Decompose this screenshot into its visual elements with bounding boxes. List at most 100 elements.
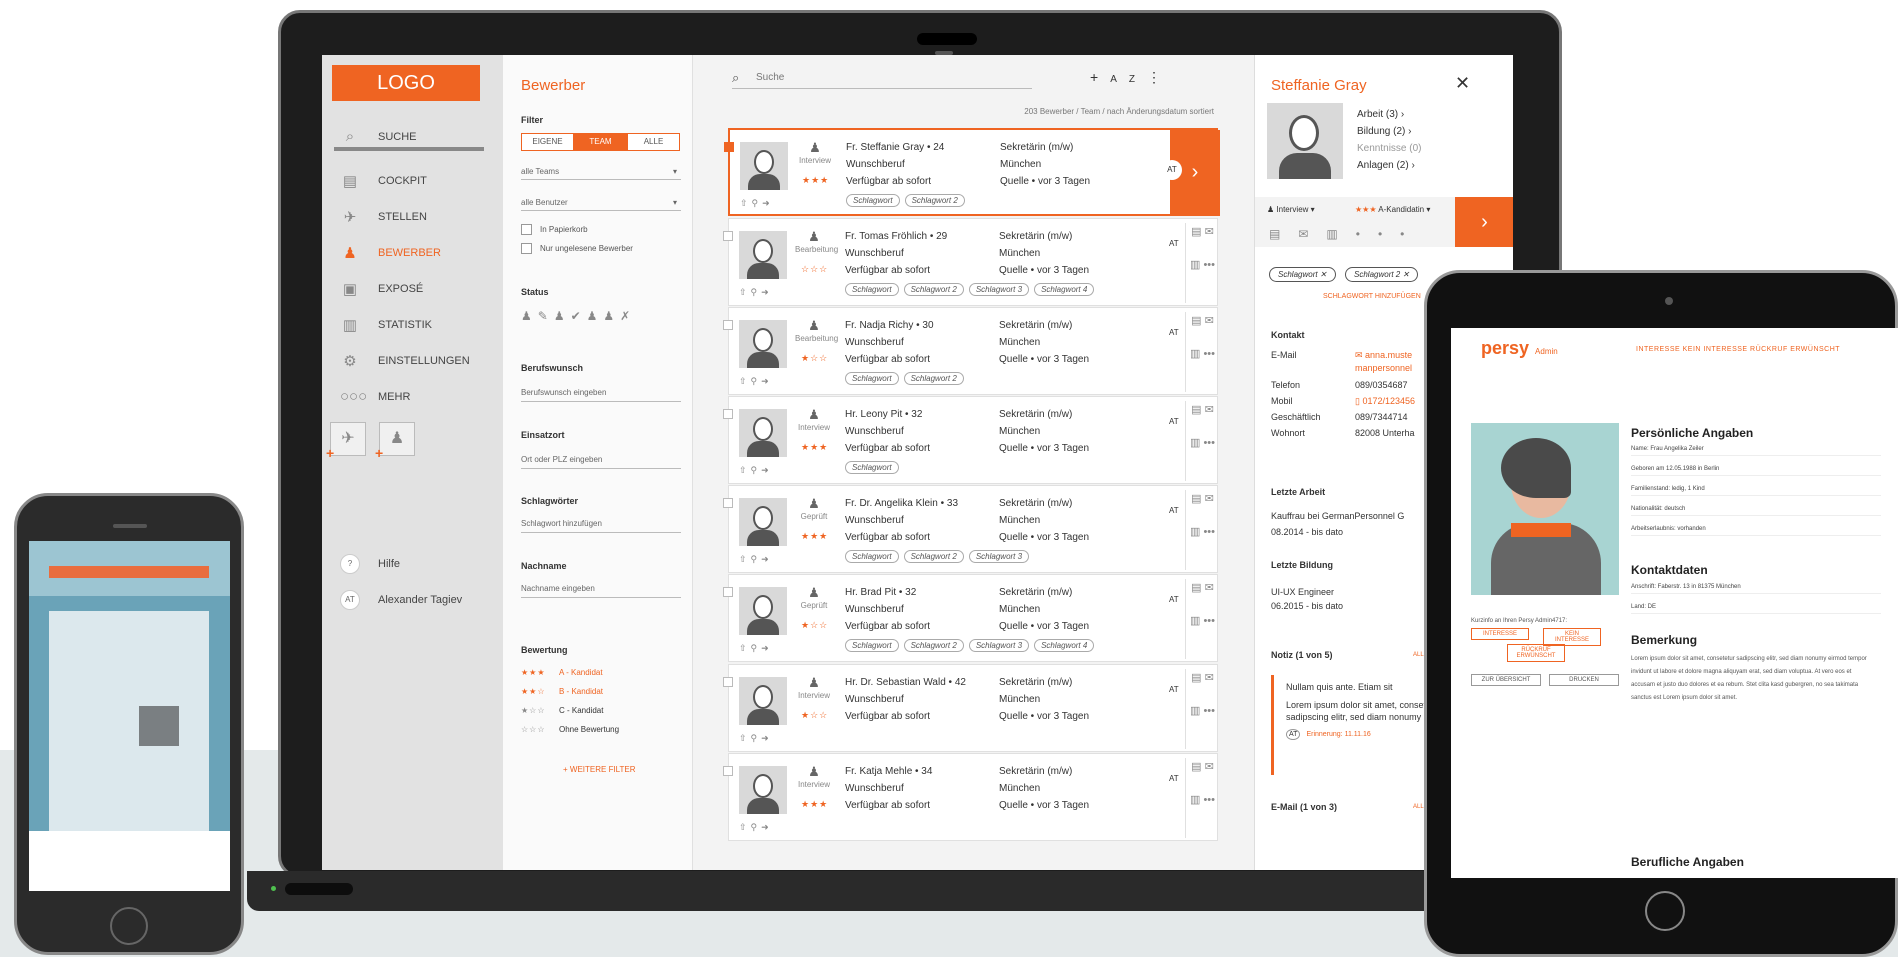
tag-chip[interactable]: Schlagwort 2 [903,372,964,385]
applicant-name[interactable]: Hr. Leony Pit • 32 [845,409,922,420]
more-icon[interactable]: ••• [1203,437,1215,449]
document-icon[interactable]: ▤ ✉ [1186,403,1219,416]
close-icon[interactable]: ✕ [1402,270,1409,279]
file-icon[interactable]: ▥ ••• [1186,793,1219,806]
status-select[interactable]: ♟ Interview ▾ [1267,205,1315,214]
link-icon[interactable]: ⚲ [751,822,762,832]
more-vertical-icon[interactable]: ⋮ [1147,69,1173,85]
document-icon[interactable]: ▤ ✉ [1186,760,1219,773]
upload-icon[interactable]: ⇧ [739,554,751,564]
mail-icon[interactable]: ✉ [1205,582,1214,594]
checkbox-box[interactable] [521,243,532,254]
mail-icon[interactable]: ✉ [1298,227,1326,241]
contact-value[interactable]: manpersonnel [1355,363,1412,373]
document-icon[interactable]: ▤ ✉ [1186,314,1219,327]
sidebar-item-stellen[interactable]: ✈ STELLEN [322,202,503,232]
upload-icon[interactable]: ⇧ [739,822,751,832]
berufswunsch-input[interactable]: Berufswunsch eingeben [521,388,681,402]
nachname-input[interactable]: Nachname eingeben [521,584,681,598]
sort-az-icon[interactable]: AZ [1110,74,1147,85]
interesse-button[interactable]: INTERESSE [1471,628,1529,640]
overview-button[interactable]: ZUR ÜBERSICHT [1471,674,1541,686]
more-icon[interactable]: ••• [1203,794,1215,806]
mail-icon[interactable]: ✉ [1205,672,1214,684]
rating-select[interactable]: ★★★ A-Kandidatin ▾ [1355,205,1430,214]
sidebar-user[interactable]: AT Alexander Tagiev [322,585,503,615]
mail-icon[interactable]: ✉ [1205,761,1214,773]
mail-icon[interactable]: ✉ [1205,404,1214,416]
tag-chip[interactable]: Schlagwort [846,194,900,207]
applicant-name[interactable]: Fr. Katja Mehle • 34 [845,766,932,777]
close-icon[interactable]: ✕ [1320,270,1327,279]
sidebar-item-bewerber[interactable]: ♟ BEWERBER [322,238,503,268]
more-icon[interactable]: ••• [1203,348,1215,360]
more-icon[interactable]: ••• [1203,705,1215,717]
share-icon[interactable]: ➜ [761,643,773,653]
next-arrow-button[interactable]: › [1455,197,1513,247]
link-icon[interactable]: ⚲ [751,643,762,653]
add-tag-link[interactable]: SCHLAGWORT HINZUFÜGEN [1323,293,1421,300]
more-icon[interactable]: ••• [1203,259,1215,271]
share-icon[interactable]: ➜ [761,376,773,386]
segment-eigene[interactable]: EIGENE [521,133,574,151]
tag-chip[interactable]: Schlagwort [845,372,899,385]
row-checkbox[interactable] [723,766,733,776]
link-icon[interactable]: ⚲ [751,733,762,743]
file-icon[interactable]: ▥ [1326,227,1355,241]
mail-icon[interactable]: ✉ [1205,493,1214,505]
row-checkbox[interactable] [723,498,733,508]
mail-icon[interactable]: ✉ [1205,315,1214,327]
tag-chip[interactable]: Schlagwort 4 [1034,639,1095,652]
file-icon[interactable]: ▥ ••• [1186,525,1219,538]
checkbox-papierkorb[interactable]: In Papierkorb [521,224,588,235]
einsatzort-input[interactable]: Ort oder PLZ eingeben [521,455,681,469]
applicant-name[interactable]: Hr. Dr. Sebastian Wald • 42 [845,677,966,688]
applicant-name[interactable]: Fr. Nadja Richy • 30 [845,320,934,331]
logo[interactable]: LOGO [332,65,480,101]
document-icon[interactable]: ▤ ✉ [1186,581,1219,594]
applicant-name[interactable]: Hr. Brad Pit • 32 [845,587,916,598]
tablet-home-button[interactable] [1645,891,1685,931]
file-icon[interactable]: ▥ ••• [1186,258,1219,271]
share-icon[interactable]: ➜ [761,554,773,564]
segment-team[interactable]: TEAM [574,133,627,151]
quick-add-stelle-button[interactable]: ✈ [330,422,366,456]
link-icon[interactable]: ⚲ [751,465,762,475]
rating-none[interactable]: ☆☆☆ Ohne Bewertung [521,725,619,734]
sidebar-item-statistik[interactable]: ▥ STATISTIK [322,310,503,340]
upload-icon[interactable]: ⇧ [739,287,751,297]
more-icon[interactable]: ••• [1203,526,1215,538]
sidebar-item-mehr[interactable]: ○○○ MEHR [322,382,503,412]
users-select[interactable]: alle Benutzer ▾ [521,198,681,211]
tag-chip[interactable]: Schlagwort 4 [1034,283,1095,296]
file-icon[interactable]: ▥ ••• [1186,347,1219,360]
detail-link-anlagen[interactable]: Anlagen (2) › [1357,160,1415,171]
schlagwort-input[interactable]: Schlagwort hinzufügen [521,519,681,533]
close-icon[interactable]: ✕ [1455,73,1470,94]
phone-home-button[interactable] [110,907,148,945]
sidebar-item-einstellungen[interactable]: ⚙ EINSTELLUNGEN [322,346,503,376]
applicant-row[interactable]: ♟ Interview ★☆☆ Hr. Dr. Sebastian Wald • 42… [723,664,1218,752]
tag-chip[interactable]: Schlagwort [845,550,899,563]
detail-tag[interactable]: Schlagwort 2 ✕ [1345,267,1419,282]
tag-chip[interactable]: Schlagwort 2 [903,283,964,296]
applicant-row[interactable]: ♟ Interview ★★★ Fr. Steffanie Gray • 24 Wuns… [724,128,1220,216]
row-checkbox[interactable] [723,409,733,419]
tag-chip[interactable]: Schlagwort [845,283,899,296]
tag-chip[interactable]: Schlagwort 2 [903,550,964,563]
link-icon[interactable]: ⚲ [751,554,762,564]
share-icon[interactable]: ➜ [761,733,773,743]
share-icon[interactable]: ➜ [762,198,774,208]
email-link[interactable]: ✉ anna.muste [1355,350,1412,361]
tag-chip[interactable]: Schlagwort 3 [968,639,1030,652]
more-filters-link[interactable]: + WEITERE FILTER [563,765,636,774]
tag-chip[interactable]: Schlagwort 2 [904,194,965,207]
row-checkbox[interactable] [723,677,733,687]
upload-icon[interactable]: ⇧ [740,198,752,208]
applicant-row[interactable]: ♟ Interview ★★★ Hr. Leony Pit • 32 Wunschber… [723,396,1219,484]
rating-c[interactable]: ★☆☆ C - Kandidat [521,706,603,715]
upload-icon[interactable]: ⇧ [739,376,751,386]
row-checkbox[interactable] [724,142,734,152]
tag-chip[interactable]: Schlagwort [845,461,899,474]
applicant-row[interactable]: ♟ Geprüft ★★★ Fr. Dr. Angelika Klein • 33 Wu… [723,485,1219,573]
